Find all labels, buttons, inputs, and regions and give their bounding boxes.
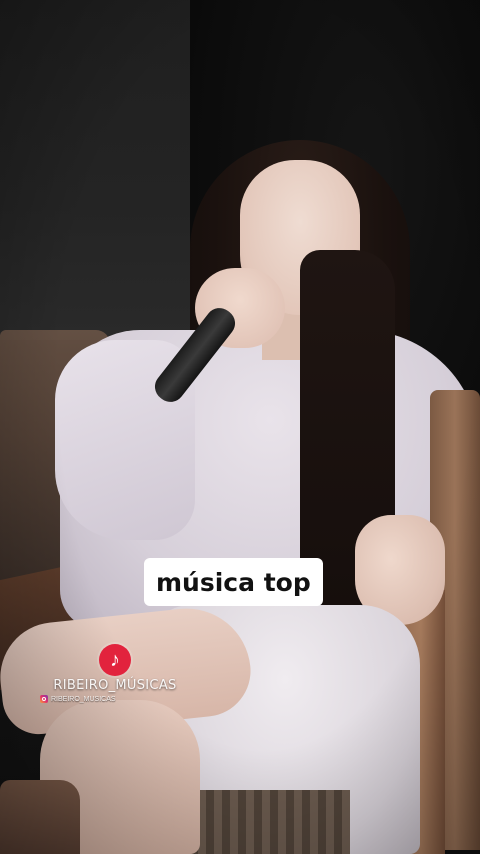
- channel-watermark: ♪ RIBEIRO_MÚSICAS RIBEIRO_MUSICAS: [40, 644, 190, 703]
- video-frame[interactable]: música top ♪ RIBEIRO_MÚSICAS RIBEIRO_MUS…: [0, 0, 480, 854]
- channel-handle-text: RIBEIRO_MUSICAS: [51, 695, 116, 703]
- caption-sticker: música top: [144, 558, 323, 606]
- music-note-icon: ♪: [99, 644, 131, 676]
- backdrop-wall: [0, 0, 190, 340]
- channel-name: RIBEIRO_MÚSICAS: [53, 678, 177, 693]
- channel-handle: RIBEIRO_MUSICAS: [40, 695, 116, 703]
- singer-boot: [0, 780, 80, 854]
- instagram-icon: [40, 695, 48, 703]
